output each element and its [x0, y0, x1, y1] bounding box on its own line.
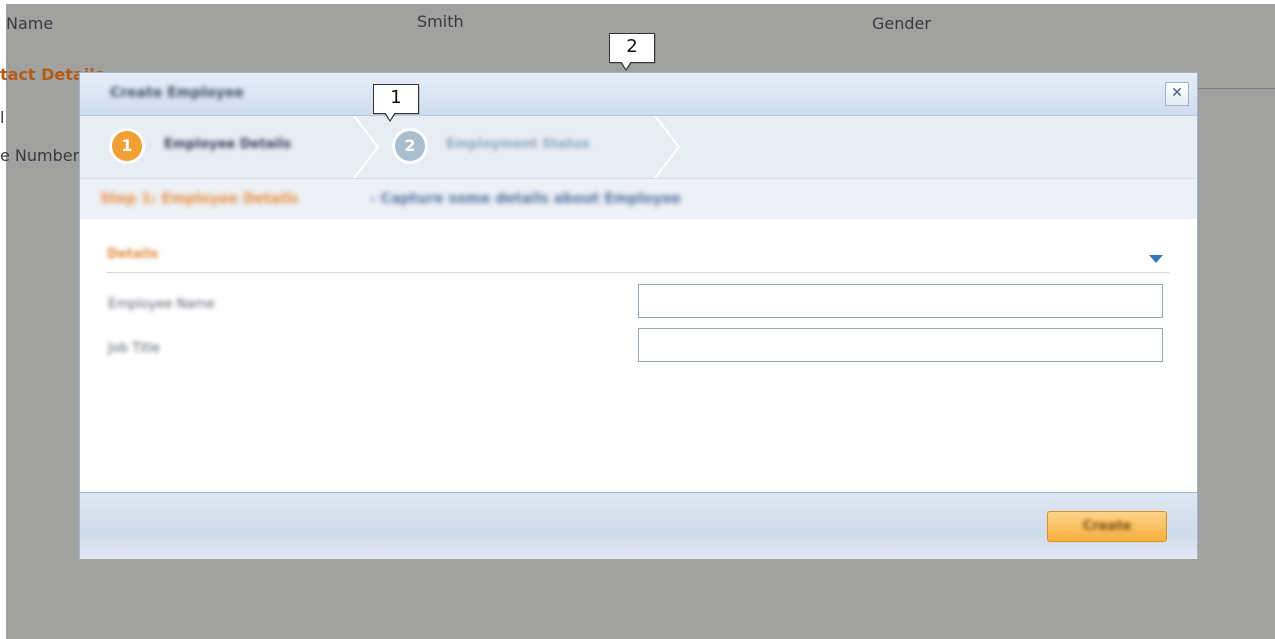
employee-name-label: Employee Name	[108, 297, 215, 312]
breadcrumb-current-step: Step 1: Employee Details	[100, 191, 299, 207]
chevron-down-icon[interactable]	[1149, 255, 1163, 263]
background-gender-label: Gender	[872, 14, 931, 33]
dialog-title: Create Employee	[110, 85, 244, 101]
background-divider	[1196, 88, 1275, 89]
callout-number: 1	[390, 87, 402, 108]
background-name-label: Name	[6, 14, 54, 33]
close-button[interactable]: ✕	[1165, 82, 1189, 106]
callout-1: 1	[373, 84, 419, 122]
close-icon: ✕	[1171, 85, 1183, 101]
dialog-footer: Create	[80, 492, 1197, 559]
job-title-label: Job Title	[108, 341, 161, 356]
step-breadcrumb: Step 1: Employee Details - Capture some …	[80, 179, 1197, 219]
create-button[interactable]: Create	[1047, 511, 1167, 542]
step-number-badge: 1	[112, 131, 142, 161]
callout-2: 2	[609, 33, 655, 71]
job-title-input[interactable]	[638, 328, 1163, 362]
background-name-value: Smith	[417, 12, 464, 31]
breadcrumb-description: - Capture some details about Employee	[370, 191, 682, 207]
wizard-steps: 1 Employee Details 2 Employment Status	[80, 116, 1197, 179]
employee-name-input[interactable]	[638, 284, 1163, 318]
details-section-header[interactable]: Details	[107, 245, 1169, 273]
callout-number: 2	[626, 36, 638, 57]
section-title: Details	[107, 247, 159, 262]
step-number-badge: 2	[395, 131, 425, 161]
step-label: Employee Details	[164, 137, 291, 152]
dialog-titlebar: Create Employee ✕	[80, 73, 1197, 116]
background-row-label: l	[0, 108, 5, 127]
create-button-label: Create	[1082, 519, 1132, 534]
create-employee-dialog: Create Employee ✕ 1 Employee Details 2 E…	[79, 72, 1198, 559]
background-row-label: e Number	[0, 146, 80, 165]
step-label: Employment Status	[446, 137, 590, 152]
